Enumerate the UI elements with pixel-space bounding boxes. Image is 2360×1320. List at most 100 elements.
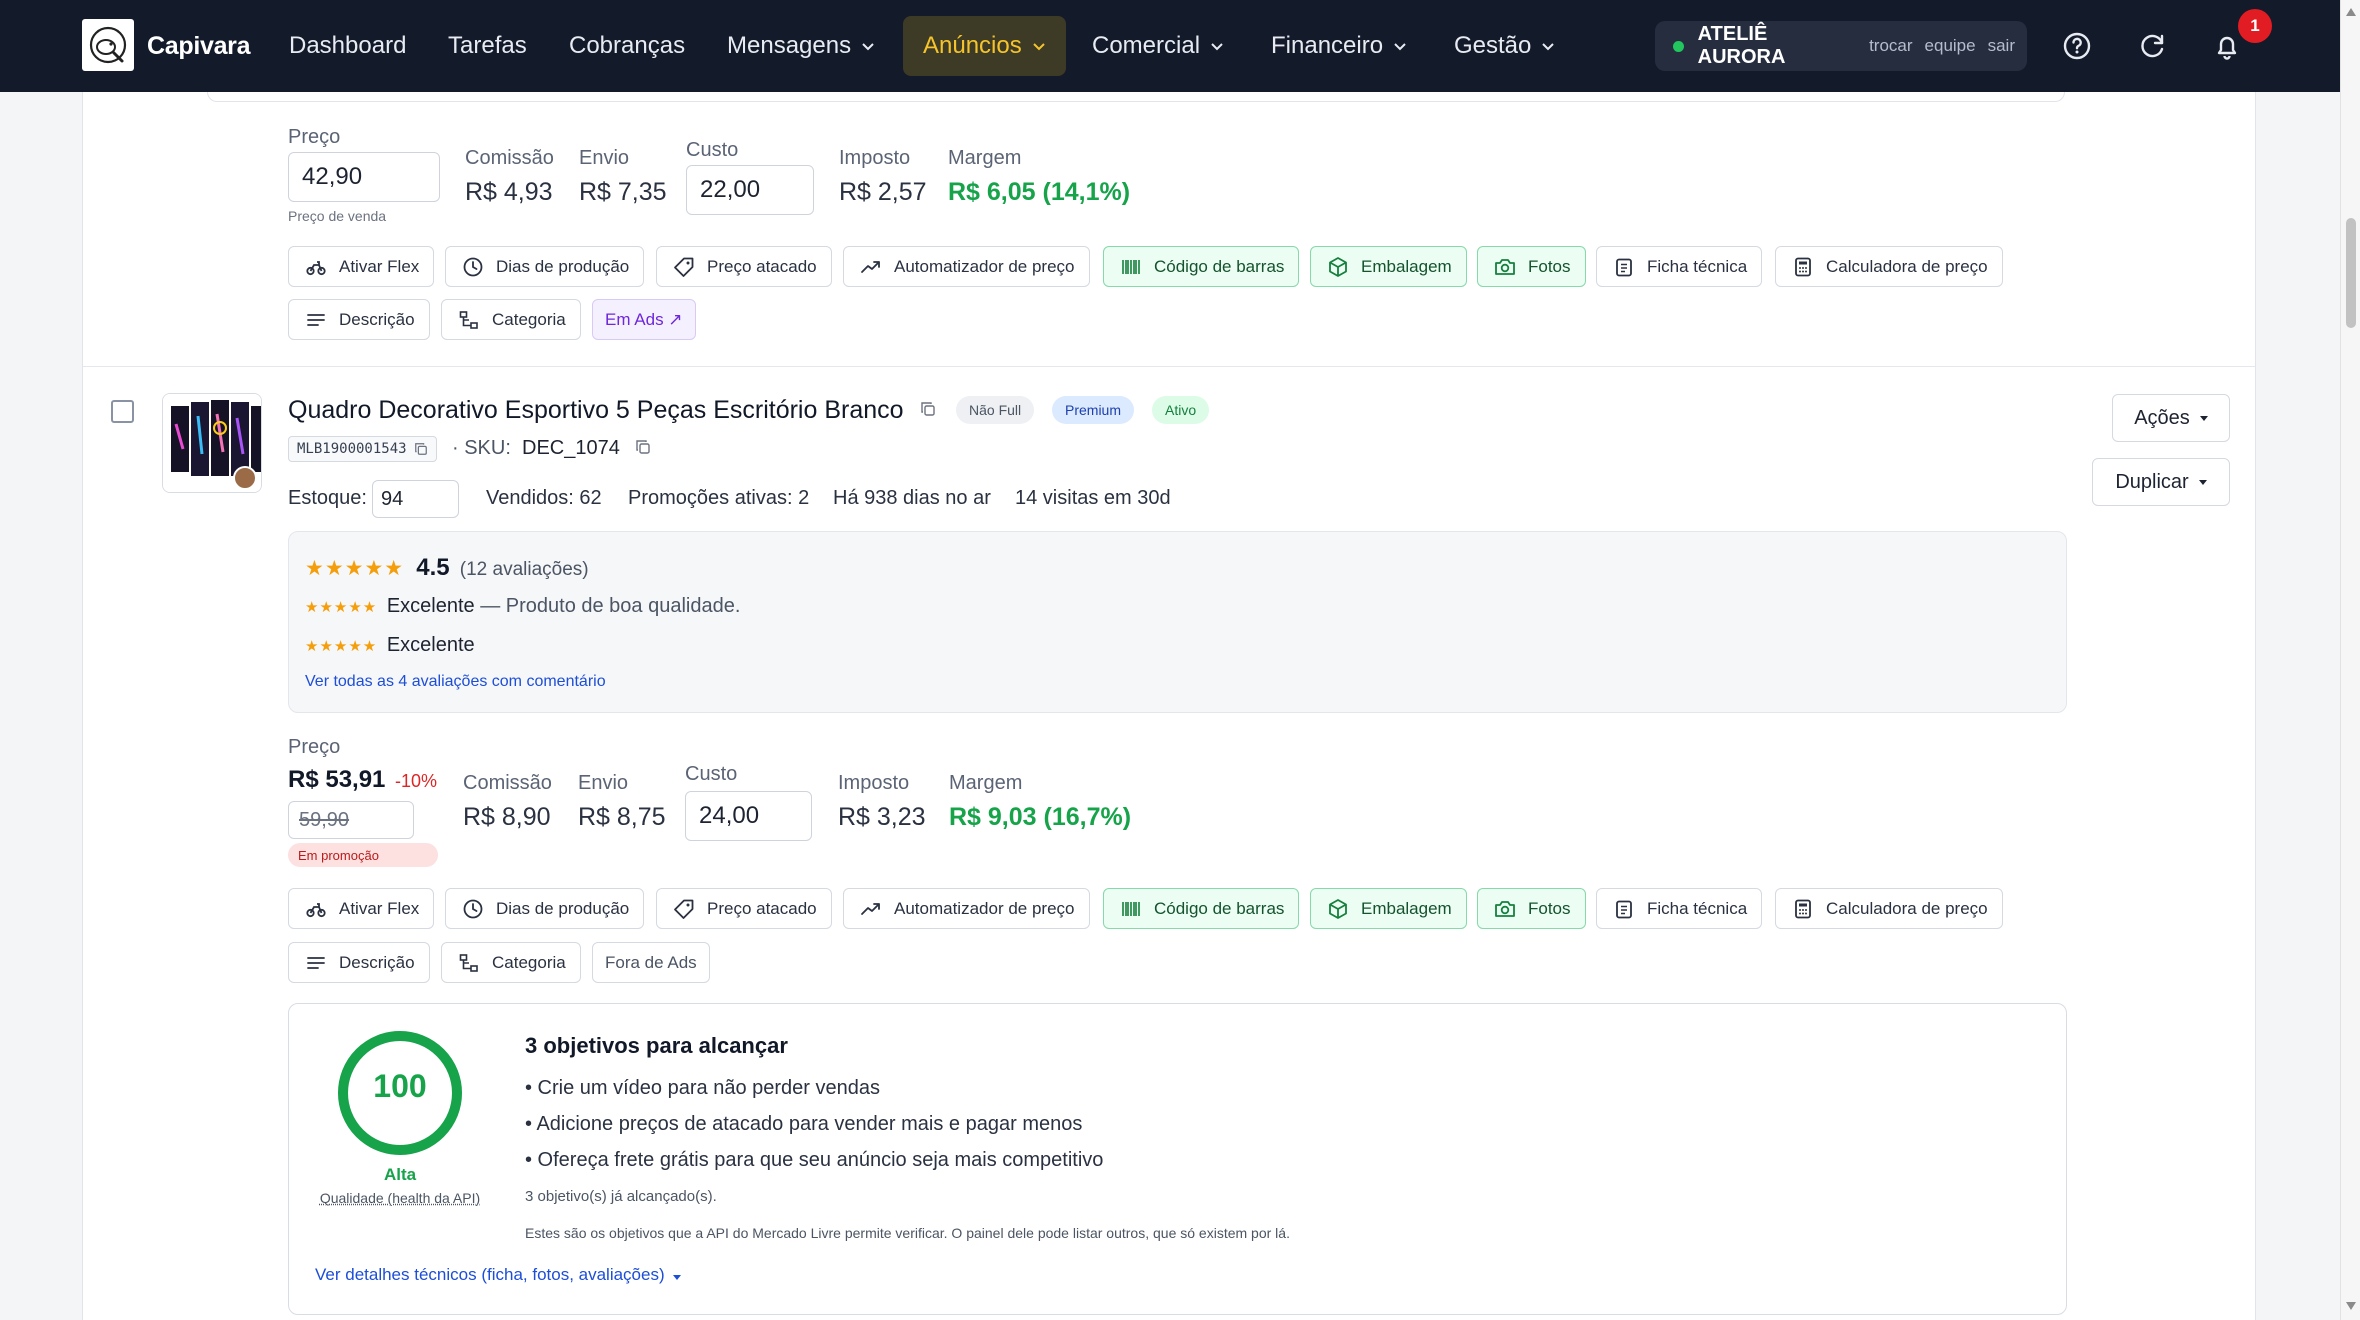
scroll-down-arrow[interactable] [2346, 1302, 2356, 1310]
production-days-button[interactable]: Dias de produção [445, 888, 645, 929]
price-input[interactable]: 42,90 [288, 152, 440, 202]
store-switch-link[interactable]: trocar [1869, 36, 1912, 56]
actions-dropdown[interactable]: Ações [2112, 394, 2230, 442]
nav-comercial[interactable]: Comercial [1092, 16, 1224, 76]
actions-label: Ações [2134, 406, 2190, 429]
nav-gestao[interactable]: Gestão [1454, 16, 1555, 76]
ads-status-button[interactable]: Em Ads ↗ [592, 299, 696, 340]
chevron-down-icon [1033, 43, 1045, 51]
description-label: Descrição [339, 309, 415, 329]
ads-status-button[interactable]: Fora de Ads [592, 942, 710, 983]
clock-icon [463, 899, 483, 918]
rating-value: 4.5 [416, 554, 450, 581]
logout-link[interactable]: sair [1988, 36, 2015, 56]
nav-cobrancas[interactable]: Cobranças [569, 16, 685, 76]
copy-icon[interactable] [414, 442, 428, 456]
price-note: Preço de venda [288, 208, 387, 224]
refresh-button[interactable] [2134, 27, 2172, 65]
nav-mensagens[interactable]: Mensagens [727, 16, 875, 76]
listing-thumbnail[interactable] [162, 393, 262, 493]
barcode-button[interactable]: Código de barras [1103, 888, 1300, 929]
price-label: Preço [288, 126, 341, 148]
copy-icon[interactable] [635, 439, 651, 455]
commission-value: R$ 8,90 [463, 803, 551, 831]
copy-icon[interactable] [920, 401, 936, 417]
datasheet-label: Ficha técnica [1647, 898, 1748, 918]
help-button[interactable] [2058, 27, 2096, 65]
hierarchy-icon [459, 953, 478, 972]
shipping-value: R$ 7,35 [579, 178, 667, 206]
listing-status-chip: Ativo [1152, 396, 1210, 424]
box-icon [1329, 256, 1347, 277]
barcode-label: Código de barras [1154, 898, 1285, 918]
activate-flex-button[interactable]: Ativar Flex [288, 888, 435, 929]
description-button[interactable]: Descrição [288, 942, 430, 983]
cost-input[interactable]: 22,00 [686, 165, 814, 215]
photos-button[interactable]: Fotos [1477, 246, 1586, 287]
category-label: Categoria [492, 309, 566, 329]
review-comment: — Produto de boa qualidade. [480, 595, 741, 617]
nav-anuncios[interactable]: Anúncios [903, 16, 1066, 76]
description-button[interactable]: Descrição [288, 299, 430, 340]
photos-button[interactable]: Fotos [1477, 888, 1586, 929]
scroll-up-arrow[interactable] [2346, 8, 2356, 16]
price-calculator-button[interactable]: Calculadora de preço [1775, 246, 2003, 287]
listing-title[interactable]: Quadro Decorativo Esportivo 5 Peças Escr… [288, 396, 904, 425]
refresh-icon [2141, 34, 2164, 58]
page-scrollbar[interactable] [2340, 0, 2360, 1320]
duplicate-dropdown[interactable]: Duplicar [2092, 458, 2230, 506]
price-automator-button[interactable]: Automatizador de preço [843, 888, 1090, 929]
nav-tarefas[interactable]: Tarefas [448, 16, 527, 76]
row-divider [83, 366, 2255, 367]
motorcycle-icon [306, 260, 326, 275]
wholesale-price-button[interactable]: Preço atacado [656, 246, 832, 287]
store-team-link[interactable]: equipe [1925, 36, 1976, 56]
margin-label: Margem [949, 772, 1023, 794]
photos-label: Fotos [1528, 898, 1571, 918]
activate-flex-button[interactable]: Ativar Flex [288, 246, 435, 287]
cost-label: Custo [686, 139, 739, 161]
capivara-logo[interactable] [82, 19, 134, 71]
scroll-thumb[interactable] [2346, 218, 2356, 328]
price-label: Preço [288, 736, 341, 758]
original-price-input[interactable]: 59,90 [288, 801, 414, 839]
category-button[interactable]: Categoria [441, 942, 581, 983]
listing-select-checkbox[interactable] [111, 400, 134, 423]
listing-quality-box: 100 Alta Qualidade (health da API) 3 obj… [288, 1003, 2067, 1315]
calculator-icon [1795, 257, 1811, 276]
category-button[interactable]: Categoria [441, 299, 581, 340]
review-stars-icon: ★★★★★ [305, 599, 378, 616]
see-all-reviews-link[interactable]: Ver todas as 4 avaliações com comentário [305, 673, 606, 691]
shipping-value: R$ 8,75 [578, 803, 666, 831]
wholesale-price-button[interactable]: Preço atacado [656, 888, 832, 929]
goal-item: • Adicione preços de atacado para vender… [525, 1113, 1083, 1135]
full-status-chip: Não Full [956, 396, 1035, 424]
calculator-icon [1795, 899, 1811, 918]
nav-financeiro[interactable]: Financeiro [1271, 16, 1407, 76]
production-days-button[interactable]: Dias de produção [445, 246, 645, 287]
brand-name[interactable]: Capivara [147, 0, 251, 92]
datasheet-button[interactable]: Ficha técnica [1596, 246, 1763, 287]
packaging-button[interactable]: Embalagem [1310, 888, 1467, 929]
price-automator-button[interactable]: Automatizador de preço [843, 246, 1090, 287]
nav-dashboard[interactable]: Dashboard [289, 16, 406, 76]
price-calculator-label: Calculadora de preço [1826, 256, 1988, 276]
previous-reviews-box-edge [207, 92, 2065, 102]
technical-details-toggle[interactable]: Ver detalhes técnicos (ficha, fotos, ava… [315, 1265, 681, 1285]
capybara-logo-icon [89, 26, 127, 64]
datasheet-button[interactable]: Ficha técnica [1596, 888, 1763, 929]
price-calculator-button[interactable]: Calculadora de preço [1775, 888, 2003, 929]
packaging-button[interactable]: Embalagem [1310, 246, 1467, 287]
margin-value: R$ 9,03 (16,7%) [949, 803, 1131, 832]
tax-value: R$ 3,23 [838, 803, 926, 831]
price-automator-label: Automatizador de preço [894, 256, 1075, 276]
stock-input[interactable]: 94 [372, 480, 459, 518]
top-navbar: Capivara Dashboard Tarefas Cobranças Men… [0, 0, 2340, 92]
barcode-button[interactable]: Código de barras [1103, 246, 1300, 287]
goals-achieved: 3 objetivo(s) já alcançado(s). [525, 1188, 717, 1205]
mlb-id[interactable]: MLB1900001543 [288, 436, 437, 462]
promo-price-value: R$ 53,91 [288, 766, 386, 793]
cost-input[interactable]: 24,00 [685, 791, 812, 841]
activate-flex-label: Ativar Flex [339, 898, 420, 918]
chevron-down-icon [1542, 43, 1555, 51]
